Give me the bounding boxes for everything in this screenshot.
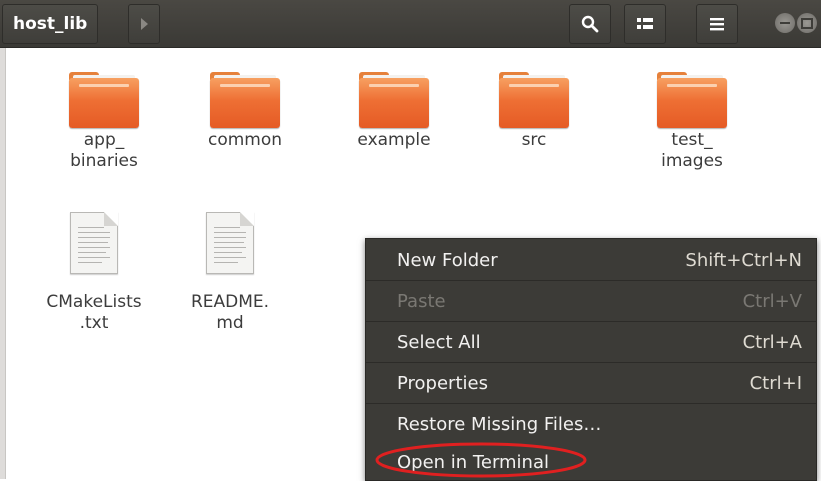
- shortcut-label: Ctrl+V: [742, 290, 802, 312]
- search-icon: [581, 15, 599, 33]
- minimize-icon: [780, 22, 790, 24]
- folder-icon: [499, 66, 569, 128]
- file-label: README. md: [190, 292, 270, 333]
- menu-item-restore-missing-files[interactable]: Restore Missing Files…: [366, 405, 816, 443]
- file-item-readme[interactable]: README. md: [170, 212, 290, 334]
- text-file-icon: [70, 212, 118, 274]
- file-label: app_ binaries: [70, 130, 138, 171]
- hamburger-menu-icon: [710, 18, 724, 31]
- file-item-cmakelists[interactable]: CMakeLists .txt: [34, 212, 154, 334]
- sidebar-edge: [0, 48, 6, 479]
- search-button[interactable]: [569, 4, 611, 44]
- menu-item-properties[interactable]: Properties Ctrl+I: [366, 364, 816, 402]
- shortcut-label: Ctrl+A: [742, 331, 802, 353]
- view-mode-button[interactable]: [624, 4, 666, 44]
- menu-button[interactable]: [696, 4, 738, 44]
- menu-separator: [366, 321, 816, 322]
- menu-separator: [366, 403, 816, 404]
- folder-item-test-images[interactable]: test_ images: [632, 66, 752, 172]
- menu-separator: [366, 362, 816, 363]
- menu-item-select-all[interactable]: Select All Ctrl+A: [366, 323, 816, 361]
- shortcut-label: Ctrl+I: [749, 372, 802, 394]
- file-label: common: [207, 130, 283, 150]
- folder-item-app-binaries[interactable]: app_ binaries: [44, 66, 164, 172]
- menu-separator: [366, 280, 816, 281]
- folder-item-src[interactable]: src: [474, 66, 594, 151]
- path-forward-button[interactable]: [128, 4, 160, 44]
- header-bar: host_lib: [0, 0, 821, 48]
- folder-item-common[interactable]: common: [185, 66, 305, 151]
- chevron-right-icon: [140, 18, 148, 30]
- file-label: CMakeLists .txt: [46, 292, 142, 333]
- header-divider: [0, 47, 821, 48]
- menu-item-new-folder[interactable]: New Folder Shift+Ctrl+N: [366, 241, 816, 279]
- maximize-button[interactable]: [797, 13, 817, 33]
- folder-icon: [359, 66, 429, 128]
- folder-icon: [69, 66, 139, 128]
- annotation-ellipse: [375, 442, 587, 478]
- folder-icon: [210, 66, 280, 128]
- grid-view-icon: [637, 18, 653, 29]
- file-label: example: [357, 130, 431, 150]
- path-button-host-lib[interactable]: host_lib: [2, 4, 99, 44]
- minimize-button[interactable]: [775, 13, 795, 33]
- path-label: host_lib: [13, 14, 88, 34]
- folder-icon: [657, 66, 727, 128]
- menu-item-paste: Paste Ctrl+V: [366, 282, 816, 320]
- file-label: src: [521, 130, 547, 150]
- shortcut-label: Shift+Ctrl+N: [685, 249, 802, 271]
- text-file-icon: [206, 212, 254, 274]
- folder-item-example[interactable]: example: [334, 66, 454, 151]
- file-label: test_ images: [661, 130, 723, 171]
- maximize-icon: [801, 17, 813, 29]
